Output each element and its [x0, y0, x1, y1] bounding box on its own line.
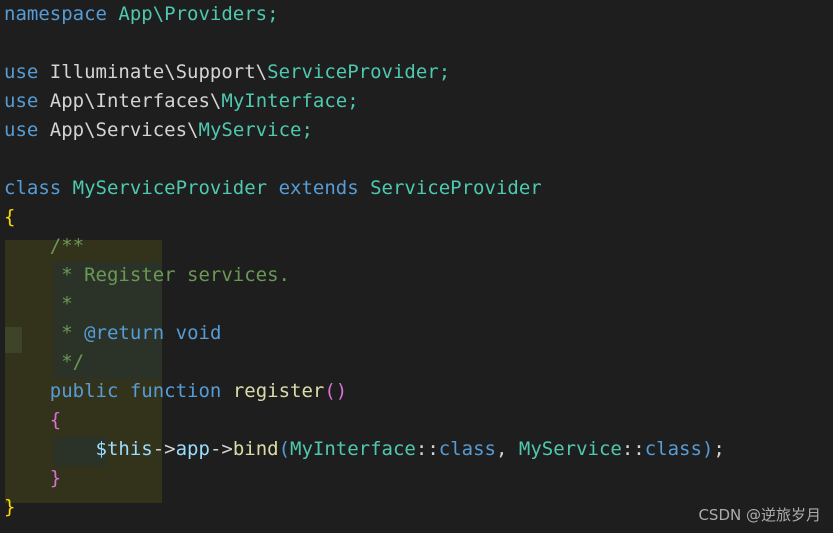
token-docblock-description: * Register services. — [61, 264, 290, 286]
token-docblock-star: * — [61, 322, 73, 344]
token-keyword-namespace: namespace — [4, 3, 107, 25]
code-line-15: { — [0, 406, 725, 435]
token-class-const: class — [644, 438, 702, 460]
code-line-13: */ — [0, 348, 725, 377]
token-empty-parens: () — [324, 380, 348, 402]
code-line-11: * — [0, 290, 725, 319]
token-parent-class-name: ServiceProvider — [370, 177, 542, 199]
token-class-brace-open: { — [4, 206, 16, 228]
code-line-6-blank — [0, 145, 725, 174]
token-paren-open: ( — [278, 438, 291, 460]
token-keyword-use: use — [4, 61, 39, 83]
token-docblock-star: * — [61, 293, 73, 315]
token-docblock-type-void: void — [175, 322, 222, 344]
token-double-colon: :: — [621, 438, 645, 460]
code-line-4: use App\Interfaces\MyInterface; — [0, 87, 725, 116]
token-docblock-tag-return: @return — [84, 322, 165, 344]
code-line-1: namespace App\Providers; — [0, 0, 725, 29]
token-variable-this: $this — [95, 438, 153, 460]
code-line-5: use App\Services\MyService; — [0, 116, 725, 145]
token-import-prefix-app-services: App\Services\ — [49, 119, 199, 141]
token-import-service-provider: ServiceProvider — [267, 61, 439, 83]
code-content: namespace App\Providers; use Illuminate\… — [0, 0, 725, 522]
token-method-brace-open: { — [49, 409, 62, 431]
token-import-prefix-illuminate: Illuminate\Support\ — [49, 61, 268, 83]
code-line-16: $this->app->bind(MyInterface::class, MyS… — [0, 435, 725, 464]
token-docblock-close: */ — [61, 351, 85, 373]
token-class-brace-close: } — [4, 496, 16, 518]
token-keyword-class: class — [4, 177, 62, 199]
code-line-12: * @return void — [0, 319, 725, 348]
token-class-name: MyServiceProvider — [72, 177, 268, 199]
token-paren-close: ) — [701, 438, 714, 460]
token-double-colon: :: — [415, 438, 439, 460]
token-arrow: -> — [152, 438, 176, 460]
token-arg-my-interface: MyInterface — [290, 438, 416, 460]
token-keyword-use: use — [4, 119, 39, 141]
token-import-my-interface: MyInterface — [221, 90, 348, 112]
code-line-10: * Register services. — [0, 261, 725, 290]
code-line-8: { — [0, 203, 725, 232]
token-comma: , — [495, 438, 508, 460]
token-semicolon: ; — [267, 3, 279, 25]
token-import-prefix-app-interfaces: App\Interfaces\ — [49, 90, 222, 112]
csdn-watermark: CSDN @逆旅岁月 — [698, 506, 821, 524]
token-keyword-extends: extends — [278, 177, 359, 199]
token-namespace-path: App\Providers — [118, 3, 268, 25]
code-line-7: class MyServiceProvider extends ServiceP… — [0, 174, 725, 203]
token-semicolon: ; — [438, 61, 451, 83]
token-semicolon: ; — [301, 119, 313, 141]
token-semicolon: ; — [713, 438, 725, 460]
token-property-app: app — [175, 438, 210, 460]
token-method-brace-close: } — [49, 467, 62, 489]
token-semicolon: ; — [347, 90, 359, 112]
code-line-18: } — [0, 493, 725, 522]
code-line-14: public function register() — [0, 377, 725, 406]
code-line-3: use Illuminate\Support\ServiceProvider; — [0, 58, 725, 87]
token-keyword-public: public — [49, 380, 119, 402]
token-method-bind: bind — [232, 438, 279, 460]
token-keyword-use: use — [4, 90, 39, 112]
token-docblock-open: /** — [49, 235, 85, 257]
code-line-9: /** — [0, 232, 725, 261]
code-line-2-blank — [0, 29, 725, 58]
token-arrow: -> — [209, 438, 233, 460]
token-function-name-register: register — [232, 380, 325, 402]
code-editor[interactable]: namespace App\Providers; use Illuminate\… — [0, 0, 833, 533]
code-line-17: } — [0, 464, 725, 493]
token-import-my-service: MyService — [198, 119, 302, 141]
token-arg-my-service: MyService — [518, 438, 622, 460]
token-class-const: class — [438, 438, 496, 460]
token-keyword-function: function — [129, 380, 222, 402]
